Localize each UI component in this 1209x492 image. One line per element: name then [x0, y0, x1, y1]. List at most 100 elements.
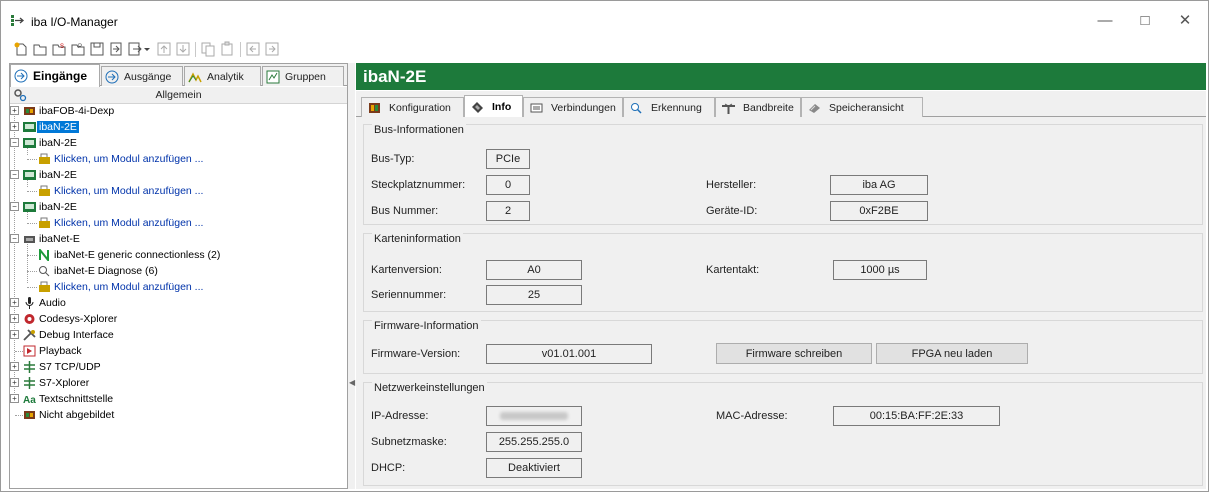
- save-icon[interactable]: [89, 41, 105, 57]
- tab-erkennung[interactable]: Erkennung: [623, 97, 715, 117]
- tree-item-label: Playback: [39, 345, 82, 357]
- tree-item-label: Klicken, um Modul anzufügen ...: [54, 185, 204, 197]
- tree-item-label: ibaNet-E Diagnose (6): [54, 265, 158, 277]
- add-module-icon: [39, 185, 50, 196]
- bus-info-group: Bus-Informationen Bus-Typ: PCIe Steckpla…: [363, 124, 1203, 225]
- window-title: iba I/O-Manager: [31, 15, 118, 29]
- move-up-icon[interactable]: [156, 41, 172, 57]
- tab-label: Ausgänge: [124, 70, 172, 83]
- tab-gruppen[interactable]: Gruppen: [262, 66, 344, 86]
- forward-icon[interactable]: [264, 41, 280, 57]
- add-module-icon: [39, 217, 50, 228]
- module-icon: [23, 122, 36, 132]
- expand-icon[interactable]: +: [10, 330, 19, 339]
- network-icon: [24, 236, 35, 243]
- tree-item-label: ibaNet-E generic connectionless (2): [54, 249, 221, 261]
- s7-icon: [24, 377, 35, 389]
- fpga-reload-button[interactable]: FPGA neu laden: [876, 343, 1028, 364]
- firmware-version-label: Firmware-Version:: [371, 348, 461, 360]
- firmware-write-button[interactable]: Firmware schreiben: [716, 343, 872, 364]
- tab-eingaenge[interactable]: Eingänge: [10, 64, 100, 87]
- card-clock-label: Kartentakt:: [706, 264, 760, 276]
- tab-info[interactable]: Info: [464, 95, 523, 118]
- maximize-button[interactable]: □: [1125, 9, 1165, 31]
- card-clock-value: 1000 µs: [833, 260, 927, 280]
- toolbar: S P: [1, 39, 1208, 61]
- close-button[interactable]: ✕: [1165, 9, 1205, 31]
- expand-icon[interactable]: +: [10, 314, 19, 323]
- tree-item-label: Codesys-Xplorer: [39, 313, 118, 325]
- mac-address-value: 00:15:BA:FF:2E:33: [833, 406, 1000, 426]
- collapse-icon[interactable]: −: [10, 234, 19, 243]
- app-window: iba I/O-Manager — □ ✕ S P Eingänge Ausgä…: [0, 0, 1209, 492]
- card-version-label: Kartenversion:: [371, 264, 442, 276]
- copy-icon[interactable]: [200, 41, 216, 57]
- module-title: ibaN-2E: [363, 67, 427, 86]
- dropdown-arrow-icon[interactable]: [143, 41, 151, 57]
- tree-item-label: ibaN-2E: [39, 169, 77, 181]
- tab-verbindungen[interactable]: Verbindungen: [523, 97, 623, 117]
- group-title: Bus-Informationen: [372, 124, 466, 136]
- expand-icon[interactable]: +: [10, 362, 19, 371]
- expand-icon[interactable]: +: [10, 394, 19, 403]
- tab-bandbreite[interactable]: Bandbreite: [715, 97, 801, 117]
- dhcp-value: Deaktiviert: [486, 458, 582, 478]
- tree-item-label: Debug Interface: [39, 329, 114, 341]
- tree-item-label: S7 TCP/UDP: [39, 361, 101, 373]
- left-tab-bar: Eingänge Ausgänge Analytik Gruppen: [10, 64, 347, 87]
- green-n-icon: [39, 249, 49, 261]
- detection-icon: [631, 102, 642, 114]
- firmware-version-value: v01.01.001: [486, 344, 652, 364]
- s7-icon: [24, 361, 35, 373]
- redacted-ip: [500, 412, 568, 420]
- pane-splitter[interactable]: ◀: [348, 63, 355, 489]
- info-icon: [472, 102, 483, 113]
- tree-item-label: Nicht abgebildet: [39, 409, 115, 421]
- bus-number-value: 2: [486, 201, 530, 221]
- tree-item-label: ibaN-2E: [39, 137, 77, 149]
- paste-icon[interactable]: [219, 41, 235, 57]
- card-info-group: Karteninformation Kartenversion: A0 Seri…: [363, 233, 1203, 312]
- export-icon[interactable]: [127, 41, 143, 57]
- save-s-icon[interactable]: S: [51, 41, 67, 57]
- open-folder-icon[interactable]: [32, 41, 48, 57]
- tab-speicheransicht[interactable]: Speicheransicht: [801, 97, 923, 117]
- group-title: Netzwerkeinstellungen: [372, 382, 487, 394]
- card-icon: [24, 107, 35, 115]
- info-panel: Bus-Informationen Bus-Typ: PCIe Steckpla…: [356, 117, 1206, 489]
- tab-ausgaenge[interactable]: Ausgänge: [101, 66, 183, 86]
- tab-analytik[interactable]: Analytik: [184, 66, 261, 86]
- expand-icon[interactable]: +: [10, 106, 19, 115]
- collapse-arrow-icon[interactable]: ◀: [349, 378, 355, 387]
- bus-type-label: Bus-Typ:: [371, 153, 415, 165]
- module-icon: [23, 202, 36, 212]
- collapse-icon[interactable]: −: [10, 138, 19, 147]
- subnet-mask-label: Subnetzmaske:: [371, 436, 447, 448]
- tab-konfiguration[interactable]: Konfiguration: [361, 97, 464, 117]
- connections-icon: [530, 103, 543, 112]
- groups-icon: [266, 70, 280, 83]
- analytics-icon: [188, 71, 202, 82]
- collapse-icon[interactable]: −: [10, 202, 19, 211]
- expand-icon[interactable]: +: [10, 122, 19, 131]
- output-arrow-icon: [105, 70, 119, 83]
- minimize-button[interactable]: —: [1085, 9, 1125, 31]
- import-icon[interactable]: [108, 41, 124, 57]
- expand-icon[interactable]: +: [10, 378, 19, 387]
- left-pane: Eingänge Ausgänge Analytik Gruppen Allge…: [9, 63, 348, 489]
- ip-address-label: IP-Adresse:: [371, 410, 429, 422]
- module-header: ibaN-2E: [356, 63, 1206, 90]
- back-icon[interactable]: [245, 41, 261, 57]
- new-icon[interactable]: [13, 41, 29, 57]
- collapse-icon[interactable]: −: [10, 170, 19, 179]
- tree-item-label: Klicken, um Modul anzufügen ...: [54, 281, 204, 293]
- codesys-icon: [24, 314, 35, 324]
- manufacturer-value: iba AG: [830, 175, 928, 195]
- group-header-label: Allgemein: [155, 89, 202, 101]
- serial-number-label: Seriennummer:: [371, 289, 447, 301]
- save-pb-icon[interactable]: P: [70, 41, 86, 57]
- move-down-icon[interactable]: [175, 41, 191, 57]
- input-arrow-icon: [14, 69, 28, 83]
- expand-icon[interactable]: +: [10, 298, 19, 307]
- serial-number-value: 25: [486, 285, 582, 305]
